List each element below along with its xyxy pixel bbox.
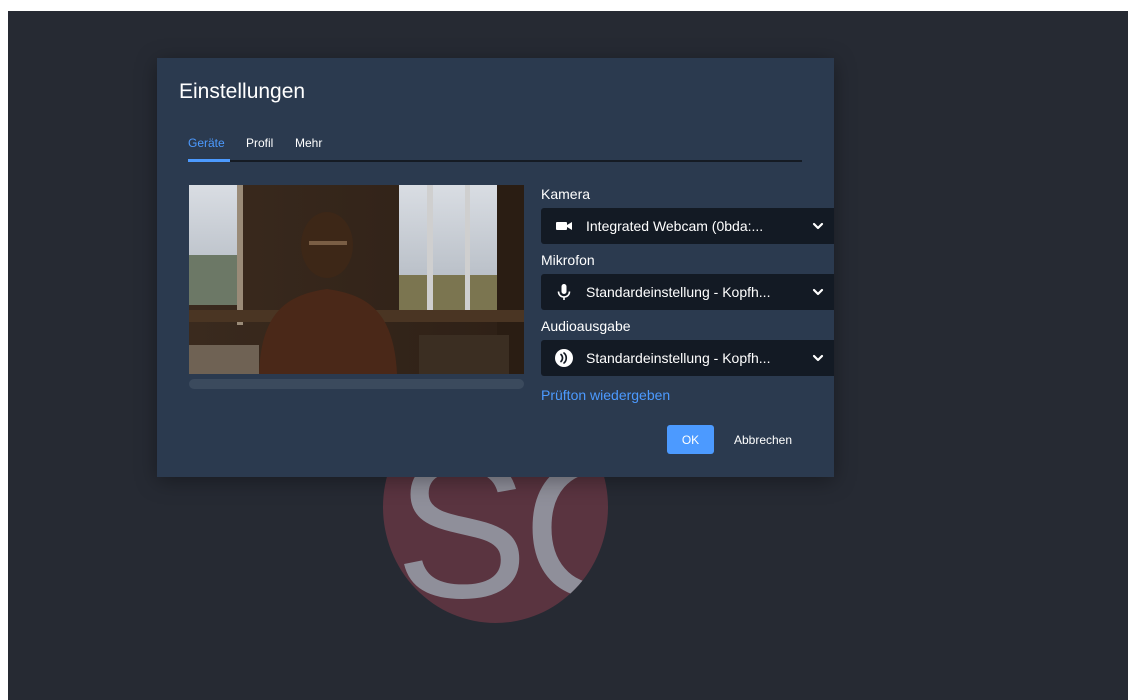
- microphone-label: Mikrofon: [541, 252, 595, 268]
- microphone-select-value: Standardeinstellung - Kopfh...: [586, 284, 771, 300]
- tab-profile[interactable]: Profil: [246, 136, 273, 150]
- video-camera-icon: [556, 222, 572, 230]
- camera-select[interactable]: Integrated Webcam (0bda:...: [541, 208, 834, 244]
- conference-stage: SC Einstellungen Geräte Profil Mehr Kame…: [8, 11, 1128, 700]
- ok-button[interactable]: OK: [667, 425, 714, 454]
- audio-level-bar: [189, 379, 524, 389]
- audio-output-select-value: Standardeinstellung - Kopfh...: [586, 350, 771, 366]
- cancel-button[interactable]: Abbrechen: [723, 425, 803, 454]
- camera-preview-image: [189, 185, 524, 374]
- chevron-down-icon: [812, 288, 824, 296]
- chevron-down-icon: [812, 354, 824, 362]
- tab-devices[interactable]: Geräte: [188, 136, 225, 150]
- play-test-sound-link[interactable]: Prüfton wiedergeben: [541, 387, 670, 403]
- dialog-title: Einstellungen: [179, 80, 306, 103]
- chevron-down-icon: [812, 222, 824, 230]
- camera-preview: [189, 185, 524, 374]
- settings-dialog: Einstellungen Geräte Profil Mehr Kamera …: [157, 58, 834, 477]
- audio-output-label: Audioausgabe: [541, 318, 631, 334]
- active-tab-indicator: [188, 159, 230, 162]
- speaker-icon: [555, 349, 573, 367]
- microphone-select[interactable]: Standardeinstellung - Kopfh...: [541, 274, 834, 310]
- settings-tabs: Geräte Profil Mehr: [188, 132, 802, 162]
- camera-label: Kamera: [541, 186, 591, 202]
- camera-select-value: Integrated Webcam (0bda:...: [586, 218, 764, 234]
- audio-output-select[interactable]: Standardeinstellung - Kopfh...: [541, 340, 834, 376]
- microphone-icon: [557, 284, 571, 300]
- tab-more[interactable]: Mehr: [295, 136, 322, 150]
